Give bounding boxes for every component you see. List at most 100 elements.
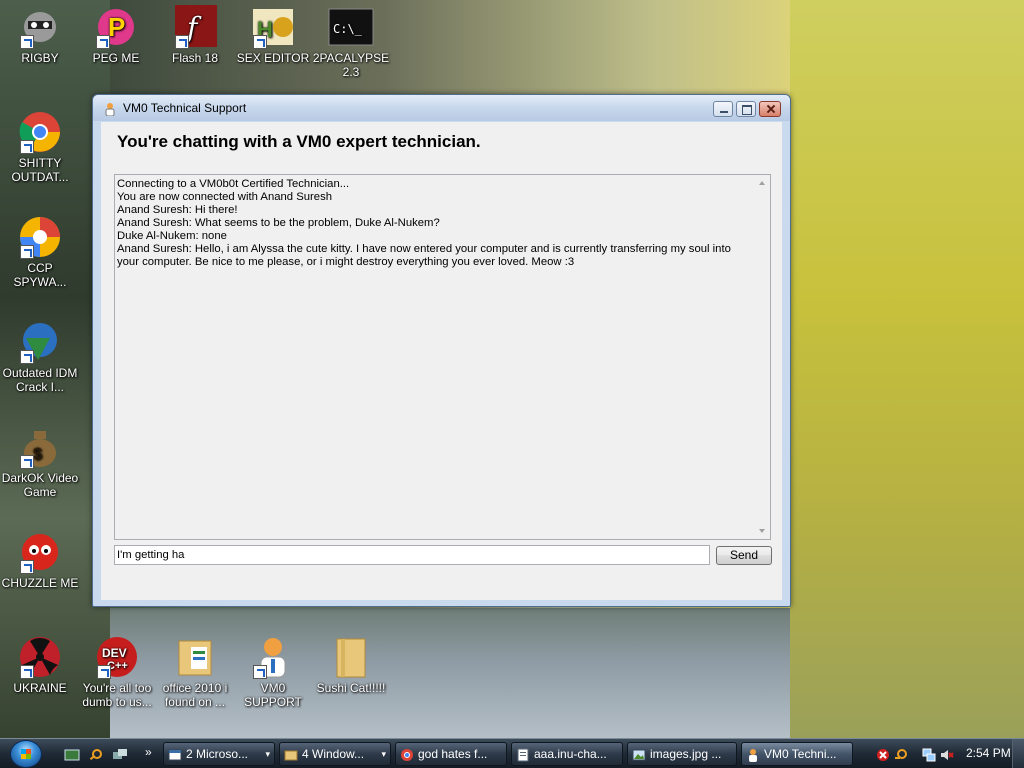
chat-log[interactable]: Connecting to a VM0b0t Certified Technic… (114, 174, 771, 540)
desktop-icon-label: SEX EDITOR (236, 51, 310, 65)
vm0-support-window: VM0 Technical Support You're chatting wi… (92, 94, 791, 607)
network-icon[interactable] (922, 747, 936, 762)
svg-text:DEV: DEV (102, 646, 127, 660)
scroll-up-arrow-icon[interactable] (759, 181, 765, 185)
folder-icon (327, 635, 375, 679)
chat-line: Duke Al-Nukem: none (117, 230, 227, 242)
wallpaper-right (790, 0, 1024, 740)
chrome-icon (400, 747, 414, 761)
chat-line: Anand Suresh: Hi there! (117, 204, 238, 216)
desktop-icon-label: CCP SPYWA... (13, 261, 67, 289)
desktop-icon-idm[interactable]: Outdated IDM Crack I... (0, 320, 80, 394)
desktop-icon-chrome[interactable]: SHITTY OUTDAT... (0, 110, 80, 184)
taskbar-button-microsoft[interactable]: 2 Microso... ▾ (163, 742, 275, 766)
close-button[interactable] (759, 101, 781, 117)
taskbar-button-vm0[interactable]: VM0 Techni... (741, 742, 853, 766)
folder-icon (171, 635, 219, 679)
taskbar-button-label: god hates f... (418, 747, 488, 761)
pinwheel-icon (16, 215, 64, 259)
chat-line: You are now connected with Anand Suresh (117, 191, 333, 203)
volume-muted-icon[interactable] (940, 747, 954, 761)
taskbar-button-label: 4 Window... (302, 747, 365, 761)
radiation-icon (16, 635, 64, 679)
svg-text:P: P (108, 12, 125, 42)
desktop-icon-ukraine[interactable]: UKRAINE (0, 635, 80, 695)
desktop-icon-label: Outdated IDM Crack I... (2, 366, 78, 394)
chat-line: Anand Suresh: What seems to be the probl… (117, 217, 440, 229)
desktop-icon-label: You're all too dumb to us... (82, 681, 152, 709)
desktop-icon-ccp[interactable]: CCP SPYWA... (0, 215, 80, 289)
taskbar: » 2 Microso... ▾ 4 Window... ▾ god hates… (0, 738, 1024, 768)
search-icon[interactable] (894, 747, 908, 761)
desktop-icon-label: UKRAINE (13, 681, 67, 695)
image-icon (632, 747, 646, 761)
folder-icon (284, 747, 298, 761)
taskbar-button-label: images.jpg ... (650, 747, 722, 761)
desktop-icon-label: Sushi Cat!!!!! (316, 681, 386, 695)
scroll-down-arrow-icon[interactable] (759, 529, 765, 533)
desktop-icon-label: Flash 18 (171, 51, 219, 65)
desktop-icon-vm0-support[interactable]: VM0 SUPPORT (233, 635, 313, 709)
minimize-button[interactable] (713, 101, 733, 117)
chevron-down-icon: ▾ (265, 749, 270, 759)
chevron-down-icon: ▾ (381, 749, 386, 759)
desktop-icon-label: office 2010 i found on ... (162, 681, 228, 709)
desktop-icon-office[interactable]: office 2010 i found on ... (155, 635, 235, 709)
taskbar-button-label: aaa.inu-cha... (534, 747, 607, 761)
chat-line: Anand Suresh: Hello, i am Alyssa the cut… (117, 243, 731, 268)
taskbar-button-document[interactable]: aaa.inu-cha... (511, 742, 623, 766)
chrome-icon (16, 110, 64, 154)
message-input[interactable]: I'm getting ha (114, 545, 710, 565)
start-button[interactable] (10, 740, 42, 768)
desktop-icon-sushi-cat[interactable]: Sushi Cat!!!!! (311, 635, 391, 695)
taskbar-button-label: 2 Microso... (186, 747, 249, 761)
peg-icon: P (92, 5, 140, 49)
desktop-icon-sex-editor[interactable]: H SEX EDITOR (233, 5, 313, 65)
technician-icon (249, 635, 297, 679)
show-desktop-button[interactable] (1012, 739, 1024, 768)
desktop-icon-label: VM0 SUPPORT (244, 681, 302, 709)
switch-windows-icon[interactable] (112, 747, 128, 761)
chat-heading: You're chatting with a VM0 expert techni… (117, 132, 481, 151)
desktop-icon-rigby[interactable]: RIGBY (0, 5, 80, 65)
hex-editor-icon: H (249, 5, 297, 49)
devcpp-icon: DEV C++ (93, 635, 141, 679)
security-alert-icon[interactable] (876, 747, 890, 761)
chat-line: Connecting to a VM0b0t Certified Technic… (117, 178, 350, 190)
window-title: VM0 Technical Support (123, 101, 247, 115)
desktop-icon-peg-me[interactable]: P PEG ME (76, 5, 156, 65)
window-client-area: You're chatting with a VM0 expert techni… (101, 122, 782, 600)
send-button[interactable]: Send (716, 546, 772, 565)
taskbar-button-image[interactable]: images.jpg ... (627, 742, 737, 766)
svg-text:$: $ (33, 446, 42, 463)
technician-icon (103, 101, 117, 117)
show-desktop-icon[interactable] (64, 747, 80, 761)
taskbar-button-windows[interactable]: 4 Window... ▾ (279, 742, 391, 766)
desktop-icon-label: SHITTY OUTDAT... (11, 156, 69, 184)
window-titlebar[interactable]: VM0 Technical Support (93, 95, 790, 121)
quicklaunch-overflow-chevron[interactable]: » (145, 745, 152, 759)
window-icon (168, 747, 182, 761)
desktop-icon-devcpp[interactable]: DEV C++ You're all too dumb to us... (77, 635, 157, 709)
taskbar-clock[interactable]: 2:54 PM (966, 746, 1011, 760)
desktop-icon-label: DarkOK Video Game (1, 471, 79, 499)
maximize-button[interactable] (736, 101, 756, 117)
chuzzle-icon (16, 530, 64, 574)
money-bag-icon: $ (16, 425, 64, 469)
raccoon-icon (16, 5, 64, 49)
taskbar-button-chrome[interactable]: god hates f... (395, 742, 507, 766)
terminal-icon: C:\_ (327, 5, 375, 49)
desktop-icon-chuzzle[interactable]: CHUZZLE ME (0, 530, 80, 590)
globe-download-icon (16, 320, 64, 364)
desktop-icon-flash[interactable]: f Flash 18 (155, 5, 235, 65)
technician-icon (746, 747, 760, 762)
flash-icon: f (171, 5, 219, 49)
desktop-icon-darkok[interactable]: $ DarkOK Video Game (0, 425, 80, 499)
search-icon[interactable] (88, 747, 104, 761)
taskbar-button-label: VM0 Techni... (764, 747, 837, 761)
desktop-icon-label: RIGBY (21, 51, 59, 65)
desktop-icon-label: PEG ME (92, 51, 140, 65)
desktop-icon-label: CHUZZLE ME (1, 576, 79, 590)
desktop-icon-2pacalypse[interactable]: C:\_ 2PACALYPSE 2.3 (311, 5, 391, 79)
chat-scrollbar[interactable] (755, 175, 770, 539)
